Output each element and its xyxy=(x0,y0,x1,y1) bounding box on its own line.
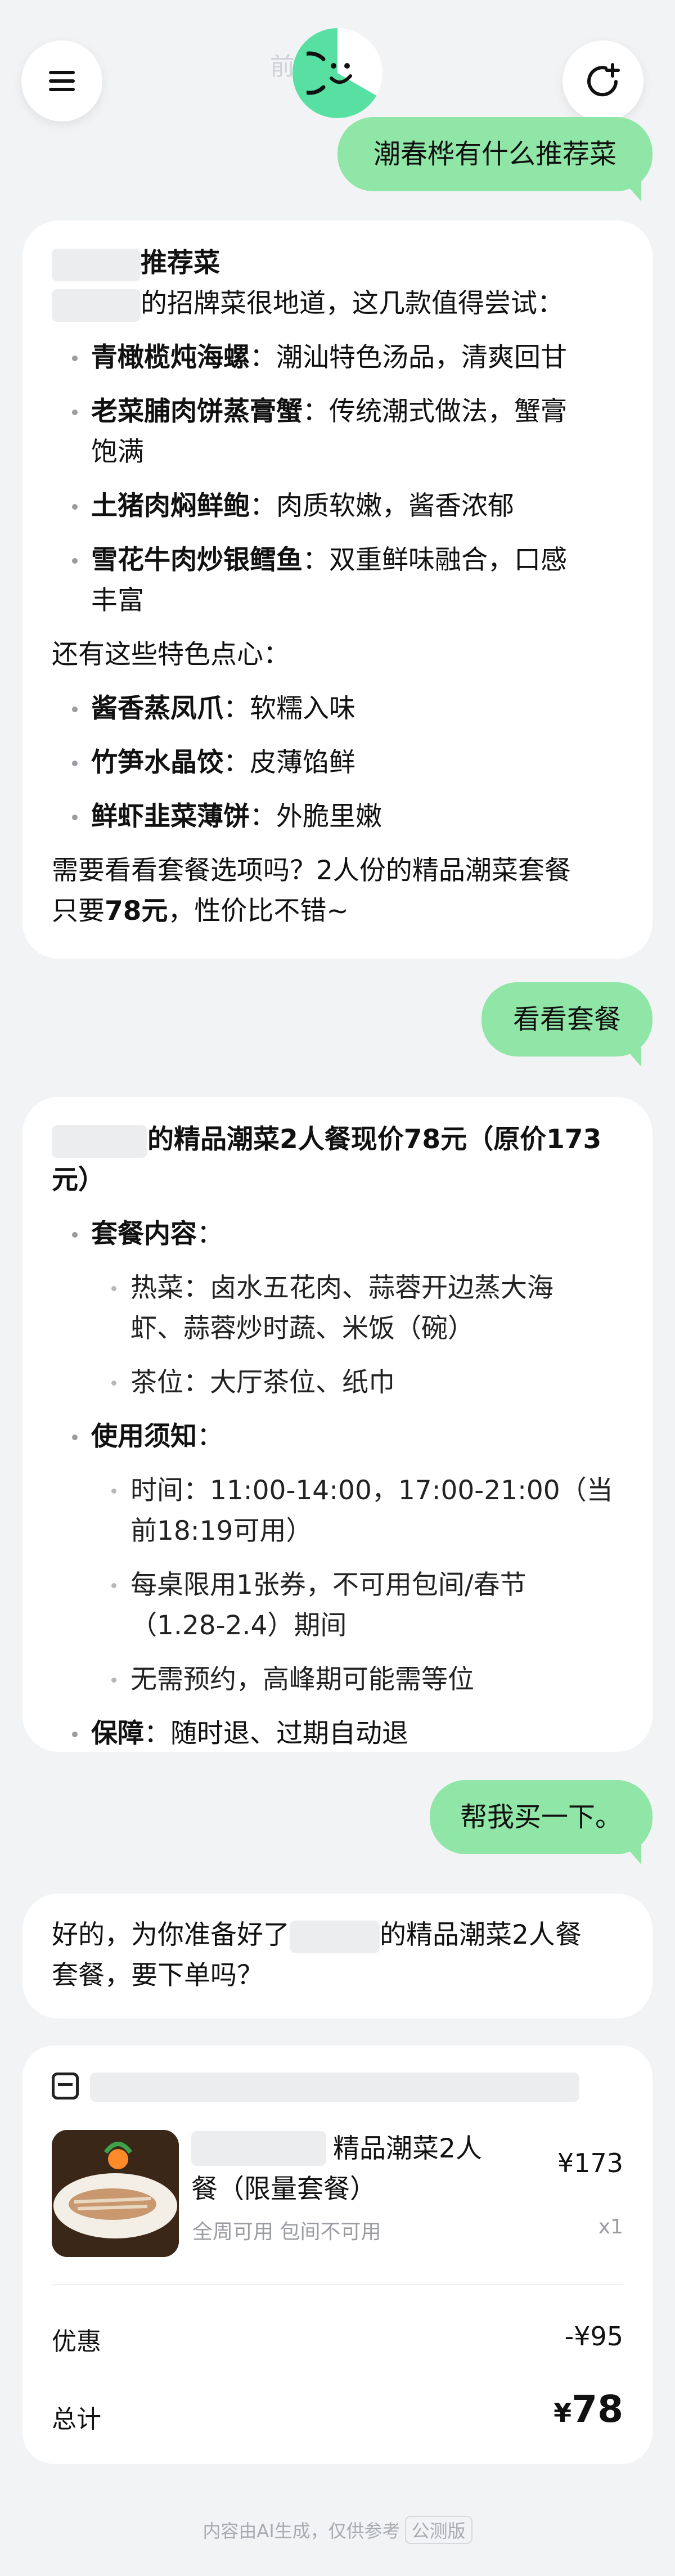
dish-desc: ：潮汕特色汤品，清爽回甘 xyxy=(250,342,567,373)
disclaimer-text: 内容由AI生成，仅供参考 xyxy=(202,2520,400,2542)
redacted-block xyxy=(52,248,141,281)
redacted-block xyxy=(52,1125,147,1158)
product-tags: 全周可用 包间不可用 xyxy=(192,2220,381,2244)
dish-desc: ：双重鲜味融合，口感 xyxy=(303,545,567,576)
dish-name: 雪花牛肉炒银鳕鱼 xyxy=(91,545,303,576)
list-item: 使用须知： xyxy=(52,1417,623,1457)
dish-desc: ：传统潮式做法，蟹膏 xyxy=(303,396,567,427)
reply-text: 好的，为你准备好了 xyxy=(52,1919,290,1950)
ai-disclaimer: 内容由AI生成，仅供参考 公测版 xyxy=(0,2516,675,2544)
deal-title: 的精品潮菜2人餐现价78元（原价173 xyxy=(147,1124,602,1155)
beta-badge: 公测版 xyxy=(404,2516,472,2544)
sub-list-item: 茶位：大厅茶位、纸巾 xyxy=(52,1363,623,1403)
sub-list-item: 无需预约，高峰期可能需等位 xyxy=(52,1660,623,1700)
sub-list-item: 时间：11:00-14:00，17:00-21:00（当 前18:19可用） xyxy=(52,1471,623,1552)
new-chat-button[interactable] xyxy=(562,41,644,122)
redacted-store-prefix xyxy=(191,2131,326,2166)
user-message-text: 看看套餐 xyxy=(512,1004,621,1035)
discount-value: -¥95 xyxy=(564,2321,623,2352)
user-message-bubble: 帮我买一下。 xyxy=(430,1780,652,1864)
divider xyxy=(52,2284,623,2285)
list-item: 雪花牛肉炒银鳕鱼：双重鲜味融合，口感丰富 xyxy=(52,540,623,621)
user-message-bubble: 看看套餐 xyxy=(482,982,652,1067)
list-item: 套餐内容： xyxy=(52,1214,623,1255)
snack-desc: ：软糯入味 xyxy=(223,693,356,724)
snack-name: 鲜虾韭菜薄饼 xyxy=(91,801,250,832)
hamburger-icon xyxy=(49,66,75,96)
total-amount: ¥78 xyxy=(554,2388,623,2431)
reply-heading: 推荐菜 xyxy=(141,248,220,278)
list-item: 青橄榄炖海螺：潮汕特色汤品，清爽回甘 xyxy=(52,338,623,378)
dish-desc: 饱满 xyxy=(91,437,144,467)
order-card[interactable]: 精品潮菜2人 餐（限量套餐） 全周可用 包间不可用 ¥173 x1 优惠 -¥9… xyxy=(22,2045,652,2464)
product-name-cont: 餐（限量套餐） xyxy=(191,2174,376,2205)
dish-desc: 丰富 xyxy=(91,585,144,616)
assistant-reply-card: 好的，为你准备好了 的精品潮菜2人餐 套餐，要下单吗？ xyxy=(22,1894,652,2018)
store-icon xyxy=(52,2073,79,2100)
snack-desc: ：皮薄馅鲜 xyxy=(223,747,356,778)
snack-intro: 还有这些特色点心： xyxy=(52,639,290,670)
user-message-bubble: 潮春桦有什么推荐菜 xyxy=(338,117,652,201)
total-label: 总计 xyxy=(52,2405,101,2434)
redacted-block xyxy=(52,289,141,322)
list-item: 酱香蒸凤爪：软糯入味 xyxy=(52,689,623,729)
product-quantity: x1 xyxy=(598,2215,623,2238)
new-chat-icon xyxy=(587,63,620,97)
snack-name: 酱香蒸凤爪 xyxy=(91,693,223,724)
reply-intro: 的招牌菜很地道，这几款值得尝试： xyxy=(141,288,564,319)
reply-text: 套餐，要下单吗？ xyxy=(52,1960,263,1991)
deal-title-cont: 元） xyxy=(52,1165,105,1195)
sub-list-item: 每桌限用1张券，不可用包间/春节 （1.28-2.4）期间 xyxy=(52,1565,623,1646)
redacted-block xyxy=(290,1920,380,1953)
top-bar: 前18:18 xyxy=(0,0,675,124)
currency-symbol: ¥ xyxy=(554,2398,572,2428)
product-image[interactable] xyxy=(52,2130,179,2257)
total-value: 78 xyxy=(572,2388,623,2431)
assistant-reply-card: 推荐菜 的招牌菜很地道，这几款值得尝试： 青橄榄炖海螺：潮汕特色汤品，清爽回甘 … xyxy=(22,221,652,959)
assistant-avatar-icon[interactable] xyxy=(292,28,382,118)
list-item: 竹笋水晶饺：皮薄馅鲜 xyxy=(52,743,623,783)
list-item: 土猪肉焖鲜鲍：肉质软嫩，酱香浓郁 xyxy=(52,486,623,527)
user-message-text: 帮我买一下。 xyxy=(460,1801,622,1833)
snack-name: 竹笋水晶饺 xyxy=(91,747,223,778)
closing-text: 需要看看套餐选项吗？2人份的精品潮菜套餐 xyxy=(52,855,571,886)
dish-name: 土猪肉焖鲜鲍 xyxy=(91,491,250,522)
list-item: 保障：随时退、过期自动退 xyxy=(52,1714,623,1754)
product-price: ¥173 xyxy=(557,2148,623,2178)
assistant-reply-card: 的精品潮菜2人餐现价78元（原价173 元） 套餐内容： 热菜：卤水五花肉、蒜蓉… xyxy=(22,1097,652,1752)
user-message-text: 潮春桦有什么推荐菜 xyxy=(373,138,616,170)
sub-list-item: 热菜：卤水五花肉、蒜蓉开边蒸大海 虾、蒜蓉炒时蔬、米饭（碗） xyxy=(52,1268,623,1349)
product-name: 精品潮菜2人 xyxy=(333,2133,482,2164)
discount-label: 优惠 xyxy=(52,2327,101,2356)
dish-desc: ：肉质软嫩，酱香浓郁 xyxy=(250,491,514,522)
closing-text-2: 只要78元，性价比不错~ xyxy=(52,896,349,927)
redacted-store-name xyxy=(90,2073,579,2102)
menu-button[interactable] xyxy=(21,41,102,122)
list-item: 鲜虾韭菜薄饼：外脆里嫩 xyxy=(52,797,623,837)
dish-name: 老菜脯肉饼蒸膏蟹 xyxy=(91,396,303,427)
dish-name: 青橄榄炖海螺 xyxy=(91,342,250,373)
list-item: 老菜脯肉饼蒸膏蟹：传统潮式做法，蟹膏饱满 xyxy=(52,392,623,473)
snack-desc: ：外脆里嫩 xyxy=(250,801,382,832)
reply-text: 的精品潮菜2人餐 xyxy=(380,1919,582,1950)
